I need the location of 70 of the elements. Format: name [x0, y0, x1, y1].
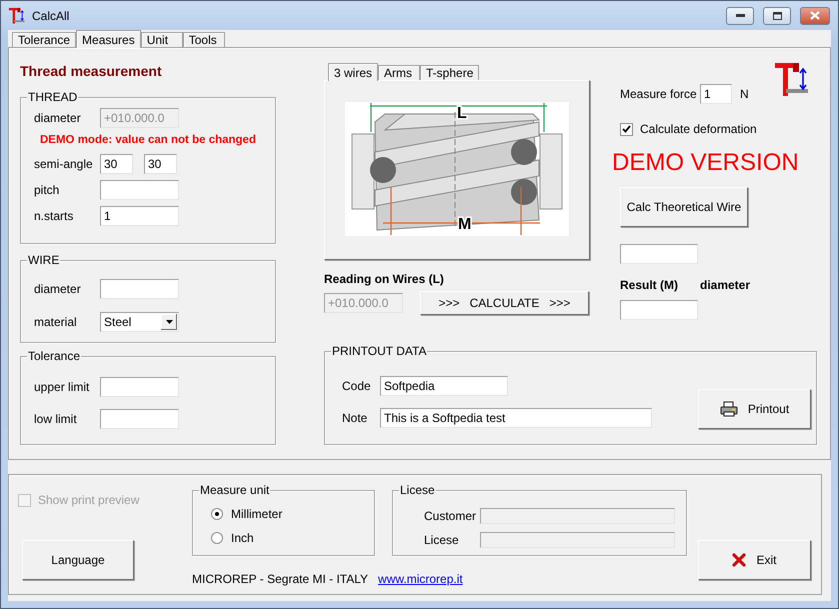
- field-label: Customer: [424, 509, 478, 523]
- wire-field[interactable]: [620, 244, 698, 264]
- field-label: Note: [342, 411, 368, 425]
- tab[interactable]: Measures: [76, 30, 141, 48]
- close-button[interactable]: [800, 6, 830, 24]
- group-title: THREAD: [27, 90, 78, 104]
- section-heading: Thread measurement: [20, 63, 163, 81]
- result-label: Result (M): [620, 278, 678, 292]
- language-button[interactable]: Language: [22, 540, 134, 580]
- window-title: CalcAll: [32, 8, 70, 22]
- checkmark-icon: [622, 125, 631, 133]
- dropdown[interactable]: Steel: [100, 312, 179, 332]
- demo-version-text: DEMO VERSION: [612, 149, 800, 177]
- radio-option[interactable]: Millimeter: [211, 506, 374, 521]
- input-field[interactable]: 30: [144, 154, 177, 174]
- website-link[interactable]: www.microrep.it: [378, 572, 463, 586]
- input-field[interactable]: [100, 377, 179, 397]
- result-sublabel: diameter: [700, 278, 750, 292]
- unit-label: N: [740, 87, 750, 101]
- field-label: diameter: [34, 111, 82, 125]
- group-title: Measure unit: [199, 483, 270, 497]
- tab[interactable]: Tools: [182, 32, 225, 47]
- field-label: material: [34, 315, 78, 329]
- field-label: Licese: [424, 533, 460, 547]
- minimize-button[interactable]: [726, 6, 754, 24]
- tab[interactable]: 3 wires: [328, 63, 378, 81]
- printer-icon: [720, 401, 738, 417]
- radio-option[interactable]: Inch: [211, 530, 374, 545]
- field-label: Code: [342, 379, 372, 393]
- group-title: PRINTOUT DATA: [331, 344, 428, 358]
- calc-wire-button[interactable]: Calc Theoretical Wire: [620, 187, 748, 227]
- input-field[interactable]: [100, 180, 179, 200]
- field-label: Measure force: [620, 87, 698, 101]
- deformation-checkbox[interactable]: Calculate deformation: [620, 119, 817, 139]
- tab[interactable]: Unit: [140, 32, 183, 47]
- field-label: Reading on Wires (L): [324, 272, 444, 286]
- field-label: low limit: [34, 412, 78, 426]
- group-title: Licese: [399, 483, 436, 497]
- close-icon: [810, 11, 820, 20]
- restore-icon: [772, 12, 782, 20]
- field-label: upper limit: [34, 380, 90, 394]
- input-field[interactable]: [100, 279, 179, 299]
- tab[interactable]: Tolerance: [12, 32, 76, 47]
- printout-button[interactable]: Printout: [698, 389, 811, 429]
- force-field[interactable]: 1: [700, 84, 732, 104]
- caliper-icon: [8, 7, 25, 24]
- input-field[interactable]: 1: [100, 206, 179, 226]
- dimension-label: L: [457, 105, 467, 122]
- input-field[interactable]: Softpedia: [380, 376, 508, 396]
- caliper-icon: [773, 61, 809, 97]
- input-field[interactable]: This is a Softpedia test: [380, 408, 652, 428]
- field-label: n.starts: [34, 209, 74, 223]
- company-text: MICROREP - Segrate MI - ITALY: [192, 572, 368, 586]
- field-label: diameter: [34, 282, 82, 296]
- exit-button[interactable]: Exit: [698, 540, 811, 580]
- maximize-button[interactable]: [763, 6, 791, 24]
- group-title: Tolerance: [27, 349, 82, 363]
- caret-icon: [166, 320, 172, 324]
- demo-notice: DEMO mode: value can not be changed: [40, 134, 257, 148]
- field-label: semi-angle: [34, 157, 94, 171]
- minimize-icon: [736, 14, 744, 17]
- tab[interactable]: T-sphere: [420, 65, 480, 80]
- tab[interactable]: Arms: [378, 65, 420, 80]
- field-label: pitch: [34, 183, 60, 197]
- group-title: WIRE: [27, 253, 60, 267]
- cross-icon: [732, 553, 746, 567]
- calculate-button[interactable]: >>> CALCULATE >>>: [420, 291, 589, 315]
- input-field[interactable]: [100, 409, 179, 429]
- input-field[interactable]: 30: [100, 154, 133, 174]
- result-field[interactable]: [620, 300, 698, 320]
